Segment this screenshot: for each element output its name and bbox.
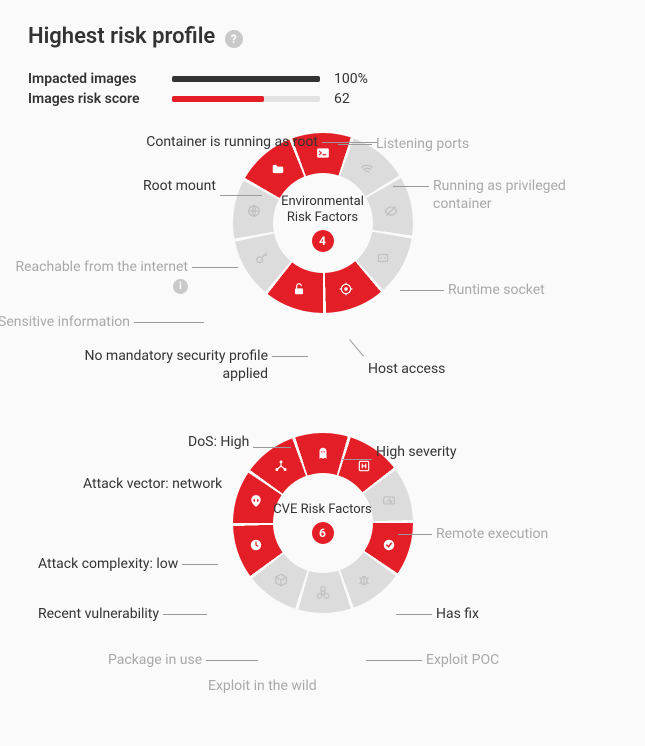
cve-donut-block: CVE Risk Factors 6 DoS: High High severi… — [28, 433, 617, 703]
lbl-host-access: Host access — [368, 360, 445, 378]
lbl-package-in-use: Package in use — [108, 651, 202, 669]
metric-impacted-value: 100% — [334, 71, 368, 87]
cve-donut-count: 6 — [312, 522, 334, 544]
lbl-recent-vuln: Recent vulnerability — [38, 605, 159, 623]
page-title: Highest risk profile — [28, 24, 215, 49]
network-icon — [271, 456, 291, 476]
unlock-icon — [289, 279, 309, 299]
lbl-runtime-socket: Runtime socket — [448, 281, 545, 299]
metric-impacted: Impacted images 100% — [28, 71, 617, 87]
env-donut-center: Environmental Risk Factors 4 — [273, 173, 373, 273]
lbl-has-fix: Has fix — [436, 605, 479, 623]
bug-icon — [354, 570, 374, 590]
wifi-icon — [357, 159, 377, 179]
folder-icon — [268, 159, 288, 179]
metrics-block: Impacted images 100% Images risk score 6… — [28, 71, 617, 107]
lbl-root-mount: Root mount — [143, 177, 216, 195]
lbl-reachable: Reachable from the internet i — [0, 258, 188, 294]
cve-donut-title: CVE Risk Factors — [273, 502, 372, 518]
lbl-exploit-poc: Exploit POC — [426, 651, 499, 669]
lbl-no-profile: No mandatory security profile applied — [78, 347, 268, 383]
help-icon[interactable]: ? — [225, 30, 243, 48]
lbl-attack-complexity: Attack complexity: low — [38, 555, 178, 573]
metric-risk-value: 62 — [334, 91, 350, 107]
env-donut-count: 4 — [312, 230, 334, 252]
lbl-sensitive-info: Sensitive information — [0, 313, 130, 331]
cve-donut-center: CVE Risk Factors 6 — [273, 473, 373, 573]
socket-icon — [373, 248, 393, 268]
lbl-privileged: Running as privileged container — [433, 177, 623, 213]
target-icon — [336, 279, 356, 299]
lbl-listening-ports: Listening ports — [376, 135, 469, 153]
env-donut-block: Environmental Risk Factors 4 Container i… — [28, 133, 617, 403]
lbl-dos-high: DoS: High — [188, 433, 249, 451]
lbl-container-root: Container is running as root — [128, 133, 318, 151]
lbl-attack-vector: Attack vector: network — [83, 475, 273, 493]
metric-impacted-bar — [172, 76, 320, 82]
ghost-icon — [313, 443, 333, 463]
metric-risk-label: Images risk score — [28, 91, 158, 107]
lbl-exploit-wild: Exploit in the wild — [208, 677, 317, 695]
biohazard-icon — [313, 583, 333, 603]
clock-icon — [246, 535, 266, 555]
lbl-high-severity: High severity — [376, 443, 456, 461]
metric-impacted-label: Impacted images — [28, 71, 158, 87]
package-icon — [271, 570, 291, 590]
info-icon[interactable]: i — [173, 279, 188, 294]
eye-off-icon — [381, 201, 401, 221]
key-icon — [252, 248, 272, 268]
env-donut[interactable]: Environmental Risk Factors 4 — [233, 133, 413, 313]
alien-icon — [246, 491, 266, 511]
remote-icon — [379, 491, 399, 511]
metric-risk-bar — [172, 96, 320, 102]
globe-icon — [244, 201, 264, 221]
check-icon — [379, 535, 399, 555]
env-donut-title: Environmental Risk Factors — [273, 194, 373, 225]
metric-risk: Images risk score 62 — [28, 91, 617, 107]
lbl-remote-exec: Remote execution — [436, 525, 548, 543]
